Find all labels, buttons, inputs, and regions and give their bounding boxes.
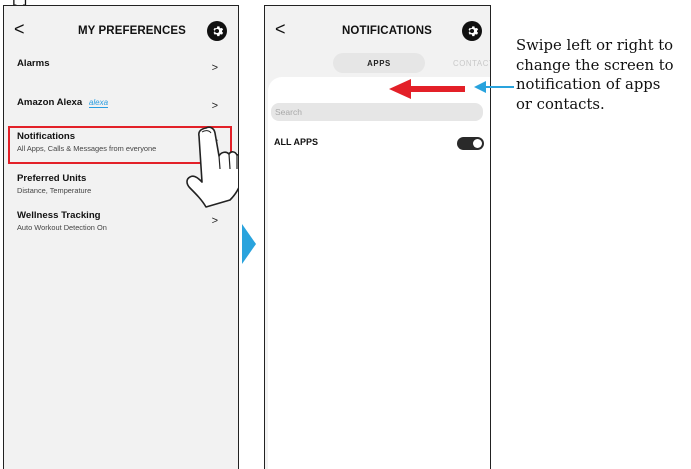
caption-line: change the screen to (516, 56, 674, 74)
row-subtitle: Auto Workout Detection On (17, 223, 107, 232)
preferences-screen: < MY PREFERENCES Alarms > Amazon Alexa a… (3, 5, 239, 469)
pref-row-alarms[interactable]: Alarms > (4, 52, 238, 86)
apps-panel (268, 77, 490, 469)
caption-line: or contacts. (516, 95, 605, 113)
chevron-right-icon: > (211, 100, 218, 112)
pref-row-amazon-alexa[interactable]: Amazon Alexa alexa > (4, 88, 238, 122)
callout-arrow-icon (474, 81, 514, 93)
row-title: Wellness Tracking (17, 210, 101, 221)
alexa-logo: alexa (88, 98, 109, 108)
chevron-right-icon: > (211, 62, 218, 74)
chevron-right-icon: > (211, 215, 218, 227)
all-apps-label: ALL APPS (274, 137, 319, 147)
next-screen-arrow-icon (242, 224, 256, 264)
swipe-left-arrow-icon (389, 79, 465, 99)
back-chevron-icon[interactable]: < (275, 20, 286, 38)
tab-contacts[interactable]: CONTACTS (453, 59, 490, 68)
tab-apps[interactable]: APPS (333, 53, 425, 73)
row-subtitle: Distance, Temperature (17, 186, 92, 195)
notifications-header: < NOTIFICATIONS (265, 6, 490, 50)
pref-row-wellness-tracking[interactable]: Wellness Tracking Auto Workout Detection… (4, 205, 238, 239)
page-title: MY PREFERENCES (78, 25, 186, 37)
row-title: Alarms (17, 58, 50, 69)
instruction-caption: Swipe left or right to change the screen… (516, 36, 691, 114)
back-chevron-icon[interactable]: < (14, 20, 25, 38)
gear-icon[interactable] (462, 21, 482, 41)
notifications-screen: < NOTIFICATIONS APPS CONTACTS Search ALL… (264, 5, 491, 469)
gear-icon[interactable] (207, 21, 227, 41)
row-title: Preferred Units (17, 173, 87, 184)
page-title: NOTIFICATIONS (342, 25, 432, 37)
pointing-hand-icon (186, 126, 238, 208)
row-title: Amazon Alexa (17, 97, 83, 108)
preferences-header: < MY PREFERENCES (4, 6, 238, 50)
caption-line: notification of apps (516, 76, 661, 93)
toggle-knob (473, 139, 482, 148)
search-input[interactable]: Search (271, 103, 483, 121)
all-apps-toggle[interactable] (457, 137, 484, 150)
caption-line: Swipe left or right to (516, 37, 674, 54)
